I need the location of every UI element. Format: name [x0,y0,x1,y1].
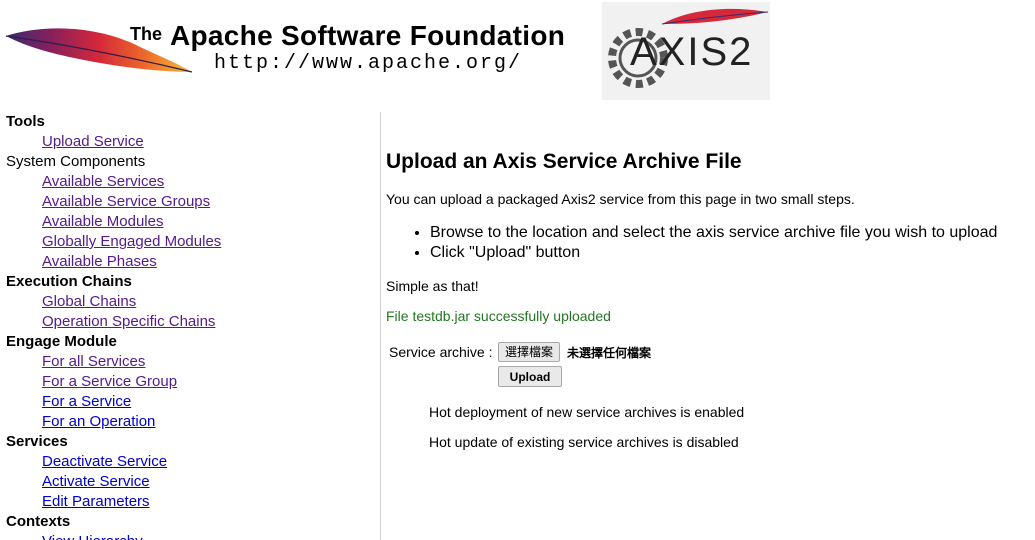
sidebar-link-edit-parameters[interactable]: Edit Parameters [0,492,378,512]
sidebar-link-for-a-service-group[interactable]: For a Service Group [0,372,378,392]
sidebar-link-available-modules[interactable]: Available Modules [0,212,378,232]
asf-url-text: http://www.apache.org/ [214,52,523,75]
sidebar-link-for-all-services[interactable]: For all Services [0,352,378,372]
asf-the-text: The [130,24,163,44]
page-title: Upload an Axis Service Archive File [386,150,742,173]
axis2-logo-text: AXIS2 [630,30,754,74]
asf-name-text: Apache Software Foundation [170,20,566,51]
sidebar-heading-execution-chains: Execution Chains [6,273,132,290]
service-archive-label: Service archive : [389,344,493,360]
sidebar-heading-services: Services [6,433,68,450]
sidebar-heading-contexts: Contexts [6,513,71,530]
hot-update-status: Hot update of existing service archives … [429,434,739,450]
sidebar-heading-tools: Tools [6,113,45,130]
sidebar-link-view-hierarchy[interactable]: View Hierarchy [0,532,378,540]
upload-success-message: File testdb.jar successfully uploaded [386,308,611,324]
sidebar-nav: Tools Upload Service System Components Avai… [0,112,378,540]
sidebar-link-global-chains[interactable]: Global Chains [0,292,378,312]
sidebar-link-for-an-operation[interactable]: For an Operation [0,412,378,432]
intro-text: You can upload a packaged Axis2 service … [386,191,855,207]
step-item-browse: Browse to the location and select the ax… [430,223,997,243]
apache-feather-logo [5,28,193,73]
sidebar-heading-system-components: System Components [6,153,146,170]
no-file-selected-text: 未選擇任何檔案 [567,346,652,360]
sidebar-link-available-service-groups[interactable]: Available Service Groups [0,192,378,212]
hot-deploy-status: Hot deployment of new service archives i… [429,404,745,420]
sidebar-link-globally-engaged-modules[interactable]: Globally Engaged Modules [0,232,378,252]
upload-button[interactable]: Upload [498,366,562,387]
simple-text: Simple as that! [386,278,479,294]
sidebar-link-available-services[interactable]: Available Services [0,172,378,192]
sidebar-link-upload-service[interactable]: Upload Service [0,132,378,152]
step-item-upload: Click "Upload" button [430,243,997,263]
choose-file-button[interactable]: 選擇檔案 [498,342,561,362]
sidebar-link-operation-specific-chains[interactable]: Operation Specific Chains [0,312,378,332]
sidebar-link-for-a-service[interactable]: For a Service [0,392,378,412]
main-content: Upload an Axis Service Archive File You … [386,112,1026,540]
header: The Apache Software Foundation http://ww… [0,0,1035,105]
steps-list: Browse to the location and select the ax… [386,223,997,263]
sidebar-link-activate-service[interactable]: Activate Service [0,472,378,492]
sidebar-divider [380,112,381,540]
sidebar-heading-engage-module: Engage Module [6,333,117,350]
sidebar-link-available-phases[interactable]: Available Phases [0,252,378,272]
sidebar-link-deactivate-service[interactable]: Deactivate Service [0,452,378,472]
